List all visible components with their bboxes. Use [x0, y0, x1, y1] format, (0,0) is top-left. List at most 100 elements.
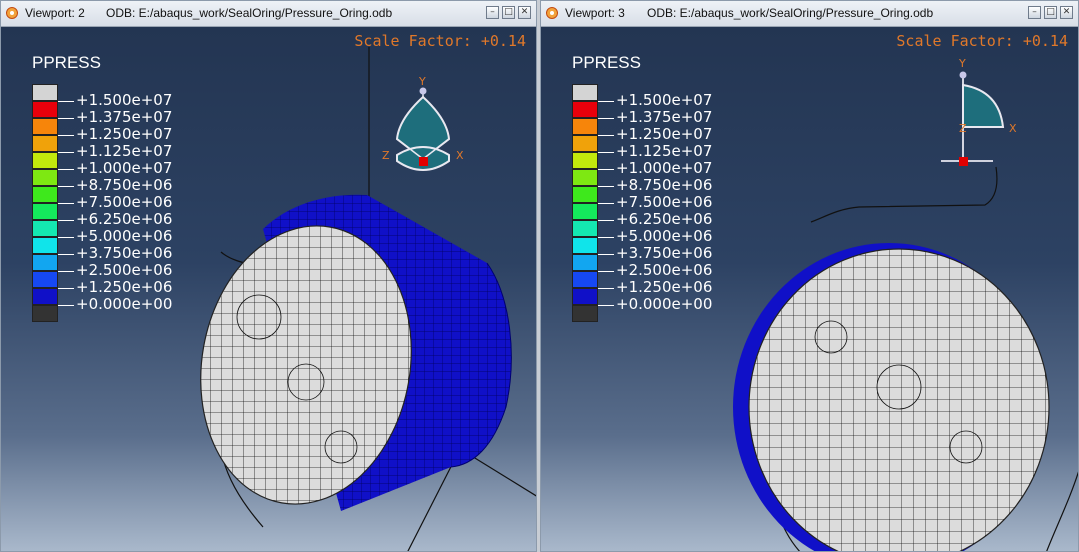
legend-swatch [32, 84, 58, 101]
legend-value: +5.000e+06 [616, 227, 713, 245]
legend-tick [58, 135, 74, 136]
legend-swatch [572, 118, 598, 135]
legend-swatch [572, 220, 598, 237]
legend-swatch [32, 118, 58, 135]
legend-value: +3.750e+06 [616, 244, 713, 262]
legend-swatch [32, 169, 58, 186]
legend-value: +1.250e+06 [76, 278, 173, 296]
legend-value: +1.000e+07 [76, 159, 173, 177]
orientation-triad: Y Z X [941, 57, 1017, 166]
triad-y-label: Y [418, 75, 426, 88]
legend-tick [58, 169, 74, 170]
abaqus-icon [546, 7, 558, 19]
legend-swatch [32, 101, 58, 118]
viewport-2-window[interactable]: Viewport: 2 ODB: E:/abaqus_work/SealOrin… [0, 0, 537, 552]
minimize-button[interactable]: – [486, 6, 499, 19]
legend-swatch [32, 152, 58, 169]
legend-value: +0.000e+00 [76, 295, 173, 313]
legend-swatch [572, 135, 598, 152]
legend-swatch [572, 152, 598, 169]
viewport-3-window[interactable]: Viewport: 3 ODB: E:/abaqus_work/SealOrin… [540, 0, 1079, 552]
legend-tick [58, 152, 74, 153]
legend-swatch [572, 271, 598, 288]
legend-value: +1.125e+07 [76, 142, 173, 160]
viewport-2-titlebar[interactable]: Viewport: 2 ODB: E:/abaqus_work/SealOrin… [1, 1, 536, 27]
legend-value: +7.500e+06 [616, 193, 713, 211]
legend-swatch [572, 101, 598, 118]
legend-swatch [572, 305, 598, 322]
legend-tick [598, 135, 614, 136]
legend-value: +1.250e+06 [616, 278, 713, 296]
legend-swatch [572, 84, 598, 101]
legend-swatch [32, 237, 58, 254]
triad-z-label: Z [382, 149, 390, 162]
viewport-2-canvas[interactable]: Y Z X Scale Factor: +0.14 PPRESS +1.500e… [1, 27, 536, 551]
legend-swatch [572, 186, 598, 203]
legend-swatch [32, 203, 58, 220]
viewport-3-canvas[interactable]: Y Z X Scale Factor: +0.14 PPRESS +1.500e… [541, 27, 1078, 551]
legend-swatch [32, 135, 58, 152]
legend-tick [598, 305, 614, 306]
legend-tick [598, 271, 614, 272]
legend-value: +6.250e+06 [616, 210, 713, 228]
legend-value: +0.000e+00 [616, 295, 713, 313]
legend-tick [598, 237, 614, 238]
minimize-button[interactable]: – [1028, 6, 1041, 19]
legend-value: +1.250e+07 [616, 125, 713, 143]
legend-value: +1.250e+07 [76, 125, 173, 143]
scale-factor-text: Scale Factor: +0.14 [354, 32, 526, 50]
legend-value: +1.500e+07 [76, 91, 173, 109]
legend-title: PPRESS [32, 53, 101, 72]
legend-tick [58, 118, 74, 119]
legend-tick [58, 305, 74, 306]
viewport-3-titlebar[interactable]: Viewport: 3 ODB: E:/abaqus_work/SealOrin… [541, 1, 1078, 27]
legend-value: +3.750e+06 [76, 244, 173, 262]
triad-y-label: Y [958, 57, 966, 70]
viewport-title: Viewport: 3 [565, 6, 625, 20]
viewport-title: Viewport: 2 [25, 6, 85, 20]
triad-z-label: Z [959, 122, 967, 135]
legend-swatch [32, 220, 58, 237]
legend-tick [598, 254, 614, 255]
legend-value: +6.250e+06 [76, 210, 173, 228]
legend-value: +8.750e+06 [76, 176, 173, 194]
legend-tick [58, 271, 74, 272]
legend-swatch [32, 186, 58, 203]
close-button[interactable]: ✕ [518, 6, 531, 19]
legend-value: +1.375e+07 [616, 108, 713, 126]
legend-tick [598, 203, 614, 204]
restore-button[interactable]: □ [1044, 6, 1057, 19]
restore-button[interactable]: □ [502, 6, 515, 19]
legend-value: +1.375e+07 [76, 108, 173, 126]
legend-swatch [32, 254, 58, 271]
legend-tick [58, 186, 74, 187]
legend-value: +8.750e+06 [616, 176, 713, 194]
legend-tick [598, 152, 614, 153]
legend-swatch [572, 254, 598, 271]
close-button[interactable]: ✕ [1060, 6, 1073, 19]
legend-title: PPRESS [572, 53, 641, 72]
legend-swatch [572, 288, 598, 305]
legend-value: +2.500e+06 [616, 261, 713, 279]
legend-swatch [572, 237, 598, 254]
legend-tick [58, 288, 74, 289]
legend-tick [598, 118, 614, 119]
legend-tick [598, 169, 614, 170]
legend-tick [58, 237, 74, 238]
triad-x-label: X [456, 149, 464, 162]
legend-tick [598, 288, 614, 289]
legend-value: +1.125e+07 [616, 142, 713, 160]
abaqus-icon [6, 7, 18, 19]
scale-factor-text: Scale Factor: +0.14 [896, 32, 1068, 50]
legend-swatch [572, 169, 598, 186]
legend-tick [598, 101, 614, 102]
triad-x-label: X [1009, 122, 1017, 135]
legend-swatch [32, 271, 58, 288]
orientation-triad: Y Z X [382, 75, 464, 171]
legend-tick [598, 186, 614, 187]
legend-swatch [32, 288, 58, 305]
legend-tick [598, 220, 614, 221]
legend-value: +7.500e+06 [76, 193, 173, 211]
legend-value: +1.500e+07 [616, 91, 713, 109]
legend-tick [58, 101, 74, 102]
